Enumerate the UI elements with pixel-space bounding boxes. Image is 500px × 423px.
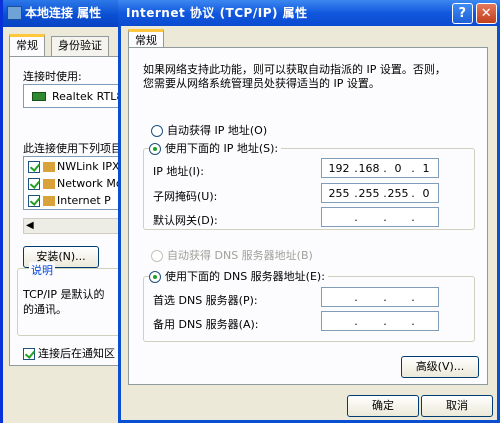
manual-dns-label: 使用下面的 DNS 服务器地址(E): (165, 270, 325, 283)
local-connection-properties-window: 本地连接 属性 常规 身份验证 连接时使用: Realtek RTL8 此连接使… (0, 0, 133, 423)
bg-window-titlebar[interactable]: 本地连接 属性 (3, 0, 133, 27)
list-item[interactable]: Network Mo (28, 177, 123, 190)
component-label: Network Mo (57, 177, 123, 190)
intro-line-1: 如果网络支持此功能，则可以获取自动指派的 IP 设置。否则， (143, 63, 446, 76)
mask-octet: 0 (422, 187, 430, 200)
subnet-mask-field[interactable]: 255 . 255 . 255 . 0 (321, 183, 439, 203)
ip-address-label: IP 地址(I): (153, 165, 204, 178)
component-checkbox[interactable] (28, 161, 40, 173)
gateway-dot: . (383, 211, 387, 224)
list-item[interactable]: Internet P (28, 194, 111, 207)
protocol-icon (43, 162, 55, 172)
components-list[interactable]: NWLink IPX Network Mo Internet P (23, 156, 133, 210)
scroll-left-icon[interactable]: ◀ (26, 220, 34, 231)
dns-dot: . (411, 291, 415, 304)
dns-dot: . (383, 291, 387, 304)
manual-dns-group (143, 276, 475, 342)
connect-using-label: 连接时使用: (23, 70, 82, 83)
dns-dot: . (354, 291, 358, 304)
auto-dns-option[interactable]: 自动获得 DNS 服务器地址(B) (151, 247, 313, 263)
gateway-dot: . (354, 211, 358, 224)
ip-octet: 168 (358, 162, 380, 175)
adapter-name: Realtek RTL8 (52, 90, 124, 103)
ip-octet: 0 (394, 162, 402, 175)
ip-address-field[interactable]: 192 . 168 . 0 . 1 (321, 158, 439, 178)
component-checkbox[interactable] (28, 178, 40, 190)
dns-dot: . (411, 315, 415, 328)
alternate-dns-field[interactable]: . . . (321, 311, 439, 331)
description-line-2: 的通讯。 (23, 303, 67, 316)
component-label: NWLink IPX (57, 160, 120, 173)
gateway-dot: . (411, 211, 415, 224)
manual-ip-option[interactable]: 使用下面的 IP 地址(S): (149, 140, 282, 156)
manual-dns-radio[interactable] (149, 271, 161, 283)
protocol-icon (43, 196, 55, 206)
manual-dns-option[interactable]: 使用下面的 DNS 服务器地址(E): (149, 268, 328, 284)
subnet-mask-label: 子网掩码(U): (153, 190, 218, 203)
auto-dns-radio[interactable] (151, 250, 163, 262)
gateway-field[interactable]: . . . (321, 207, 439, 227)
list-item[interactable]: NWLink IPX (28, 160, 120, 173)
dns-dot: . (354, 315, 358, 328)
general-panel: 如果网络支持此功能，则可以获取自动指派的 IP 设置。否则， 您需要从网络系统管… (128, 47, 488, 385)
gateway-label: 默认网关(D): (153, 214, 218, 227)
adapter-box: Realtek RTL8 (23, 84, 133, 108)
mask-octet: 255 (387, 187, 409, 200)
notify-checkbox[interactable] (23, 348, 35, 360)
auto-dns-label: 自动获得 DNS 服务器地址(B) (167, 249, 313, 262)
mask-octet: 255 (358, 187, 380, 200)
mask-octet: 255 (328, 187, 350, 200)
network-connection-icon (7, 6, 22, 20)
description-line-1: TCP/IP 是默认的 (23, 288, 105, 301)
component-label: Internet P (57, 194, 111, 207)
cancel-button[interactable]: 取消 (421, 395, 493, 417)
ip-octet: 1 (422, 162, 430, 175)
components-scrollbar[interactable]: ◀ (23, 218, 133, 234)
auto-ip-label: 自动获得 IP 地址(O) (167, 124, 268, 137)
tcpip-properties-dialog: Internet 协议 (TCP/IP) 属性 ? ✕ 常规 如果网络支持此功能… (118, 0, 500, 423)
protocol-icon (43, 179, 55, 189)
notify-option[interactable]: 连接后在通知区 (23, 345, 115, 361)
ok-button[interactable]: 确定 (347, 395, 419, 417)
dialog-titlebar[interactable]: Internet 协议 (TCP/IP) 属性 ? ✕ (118, 0, 500, 26)
manual-ip-radio[interactable] (149, 143, 161, 155)
preferred-dns-field[interactable]: . . . (321, 287, 439, 307)
notify-label: 连接后在通知区 (38, 347, 115, 360)
tab-general-bg[interactable]: 常规 (9, 34, 45, 56)
alternate-dns-label: 备用 DNS 服务器(A): (153, 318, 259, 331)
auto-ip-option[interactable]: 自动获得 IP 地址(O) (151, 122, 267, 138)
advanced-button[interactable]: 高级(V)... (401, 356, 479, 378)
manual-ip-label: 使用下面的 IP 地址(S): (165, 142, 279, 155)
tab-authentication[interactable]: 身份验证 (51, 36, 109, 56)
dns-dot: . (383, 315, 387, 328)
component-checkbox[interactable] (28, 195, 40, 207)
auto-ip-radio[interactable] (151, 125, 163, 137)
components-label: 此连接使用下列项目 (23, 142, 122, 155)
network-adapter-icon (32, 92, 46, 101)
dialog-title: Internet 协议 (TCP/IP) 属性 (126, 6, 308, 20)
close-button[interactable]: ✕ (476, 3, 497, 24)
bg-window-title: 本地连接 属性 (25, 6, 102, 20)
intro-line-2: 您需要从网络系统管理员处获得适当的 IP 设置。 (143, 77, 380, 90)
preferred-dns-label: 首选 DNS 服务器(P): (153, 294, 258, 307)
help-button[interactable]: ? (452, 3, 473, 24)
ip-octet: 192 (328, 162, 350, 175)
description-legend: 说明 (29, 262, 55, 278)
